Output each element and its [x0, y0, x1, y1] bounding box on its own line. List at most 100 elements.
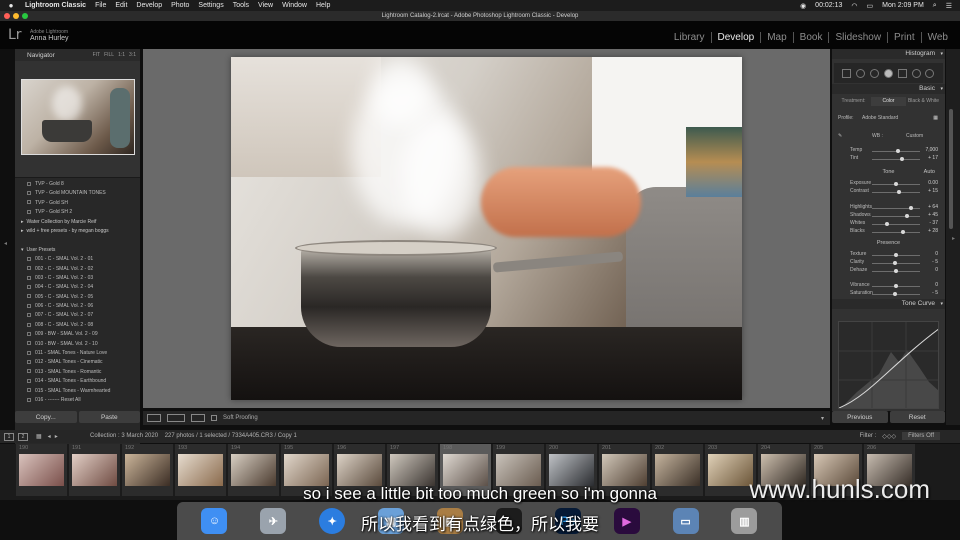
preset-item[interactable]: TVP - Gold 8: [15, 180, 140, 189]
slider-track[interactable]: [872, 214, 920, 218]
close-window-button[interactable]: [4, 13, 10, 19]
treatment-color[interactable]: Color: [871, 97, 906, 106]
menu-file[interactable]: File: [95, 2, 106, 9]
preset-item[interactable]: 007 - C - SMAL Vol. 2 - 07: [15, 311, 140, 320]
radial-filter-icon[interactable]: [911, 68, 921, 78]
preset-item[interactable]: 001 - C - SMAL Vol. 2 - 01: [15, 255, 140, 264]
preset-item[interactable]: 004 - C - SMAL Vol. 2 - 04: [15, 283, 140, 292]
zoom-3to1[interactable]: 3:1: [129, 52, 136, 58]
slider-track[interactable]: [872, 261, 920, 265]
module-book[interactable]: Book: [794, 32, 830, 43]
menu-develop[interactable]: Develop: [136, 2, 162, 9]
menubar-clock[interactable]: Mon 2:09 PM: [882, 2, 924, 9]
preset-group[interactable]: wild + free presets - by megan boggs: [15, 227, 140, 236]
slider-value[interactable]: - 5: [932, 290, 938, 296]
record-icon[interactable]: ◉: [800, 2, 806, 10]
preset-item[interactable]: [15, 236, 140, 245]
menu-tools[interactable]: Tools: [233, 2, 249, 9]
preset-item[interactable]: 015 - SMAL Tones - Warmhearted: [15, 387, 140, 396]
preset-item[interactable]: TVP - Gold MOUNTAIN TONES: [15, 189, 140, 198]
slider-track[interactable]: [872, 222, 920, 226]
slider-track[interactable]: [872, 292, 920, 296]
eyedropper-icon[interactable]: ✎: [838, 133, 842, 139]
before-after-icon[interactable]: [167, 414, 185, 422]
slider-value[interactable]: + 64: [928, 204, 938, 210]
paste-button[interactable]: Paste: [78, 411, 140, 423]
slider-value[interactable]: + 17: [928, 155, 938, 161]
soft-proofing-checkbox[interactable]: [211, 415, 217, 421]
module-develop[interactable]: Develop: [712, 32, 762, 43]
tone-curve-header[interactable]: Tone Curve: [832, 299, 945, 309]
module-map[interactable]: Map: [761, 32, 794, 43]
wb-select[interactable]: Custom: [906, 133, 923, 139]
rating-filter-icon[interactable]: ◇◇◇: [882, 433, 896, 440]
filter-select[interactable]: Filters Off: [902, 432, 940, 440]
grid-tool-icon[interactable]: [842, 68, 852, 78]
treatment-bw[interactable]: Black & White: [906, 97, 941, 106]
histogram-header[interactable]: Histogram: [832, 49, 945, 59]
slider-value[interactable]: + 15: [928, 188, 938, 194]
right-panel-toggle-icon[interactable]: ▸: [952, 235, 955, 242]
slider-knob[interactable]: [909, 206, 914, 210]
slider-knob[interactable]: [899, 157, 904, 161]
module-slideshow[interactable]: Slideshow: [829, 32, 889, 43]
reset-button[interactable]: Reset: [889, 411, 945, 423]
slider-track[interactable]: [872, 253, 920, 257]
slider-track[interactable]: [872, 149, 920, 153]
filmstrip-breadcrumb[interactable]: Collection : 3 March 2020 227 photos / 1…: [90, 433, 297, 439]
slider-track[interactable]: [872, 206, 920, 210]
preset-item[interactable]: 003 - C - SMAL Vol. 2 - 03: [15, 274, 140, 283]
profile-browser-icon[interactable]: ▦: [933, 115, 938, 121]
slider-knob[interactable]: [894, 253, 898, 257]
forward-arrow-icon[interactable]: ▸: [55, 433, 58, 440]
module-web[interactable]: Web: [922, 32, 954, 43]
preset-item[interactable]: 005 - C - SMAL Vol. 2 - 05: [15, 293, 140, 302]
navigator-preview[interactable]: [21, 79, 135, 155]
preset-item[interactable]: 009 - BW - SMAL Vol. 2 - 09: [15, 330, 140, 339]
slider-track[interactable]: [872, 182, 920, 186]
slider-track[interactable]: [872, 157, 920, 161]
zoom-fill[interactable]: FILL: [104, 52, 114, 58]
zoom-fit[interactable]: FIT: [93, 52, 101, 58]
image-work-area[interactable]: [143, 49, 830, 408]
slider-value[interactable]: 0.00: [928, 180, 938, 186]
minimize-window-button[interactable]: [13, 13, 19, 19]
slider-knob[interactable]: [894, 284, 898, 288]
apple-icon[interactable]: ●: [6, 1, 16, 10]
slider-knob[interactable]: [892, 261, 897, 265]
preset-group[interactable]: Water Collection by Marcie Reif: [15, 218, 140, 227]
slider-track[interactable]: [872, 230, 920, 234]
crop-tool-icon[interactable]: [856, 68, 866, 78]
slider-value[interactable]: - 5: [932, 259, 938, 265]
slider-value[interactable]: 0: [935, 282, 938, 288]
basic-header[interactable]: Basic: [832, 84, 945, 94]
slider-knob[interactable]: [897, 190, 902, 194]
preset-item[interactable]: 013 - SMAL Tones - Romantic: [15, 368, 140, 377]
right-scrollbar[interactable]: ▸: [946, 49, 960, 425]
preset-item[interactable]: 014 - SMAL Tones - Earthbound: [15, 377, 140, 386]
zoom-window-button[interactable]: [22, 13, 28, 19]
back-arrow-icon[interactable]: ◂: [48, 433, 51, 440]
slider-value[interactable]: + 45: [928, 212, 938, 218]
profile-select[interactable]: Adobe Standard: [862, 115, 898, 121]
grid-icon[interactable]: ▦: [36, 433, 42, 440]
slider-track[interactable]: [872, 190, 920, 194]
brush-tool-icon[interactable]: [925, 68, 935, 78]
auto-tone-button[interactable]: Auto: [924, 169, 935, 175]
slider-value[interactable]: - 37: [929, 220, 938, 226]
preset-group[interactable]: User Presets: [15, 246, 140, 255]
loupe-view-icon[interactable]: [147, 414, 161, 422]
window-1-button[interactable]: 1: [4, 432, 14, 441]
previous-button[interactable]: Previous: [832, 411, 888, 423]
preset-item[interactable]: TVP - Gold SH: [15, 199, 140, 208]
slider-track[interactable]: [872, 269, 920, 273]
menu-settings[interactable]: Settings: [198, 2, 223, 9]
spot-removal-icon[interactable]: [870, 68, 880, 78]
slider-value[interactable]: 0: [935, 251, 938, 257]
tone-curve-graph[interactable]: [838, 321, 939, 409]
copy-button[interactable]: Copy...: [15, 411, 77, 423]
wifi-icon[interactable]: ◠: [851, 2, 857, 10]
toolbar-menu-icon[interactable]: ▾: [821, 415, 824, 422]
zoom-1to1[interactable]: 1:1: [118, 52, 125, 58]
menu-edit[interactable]: Edit: [115, 2, 127, 9]
